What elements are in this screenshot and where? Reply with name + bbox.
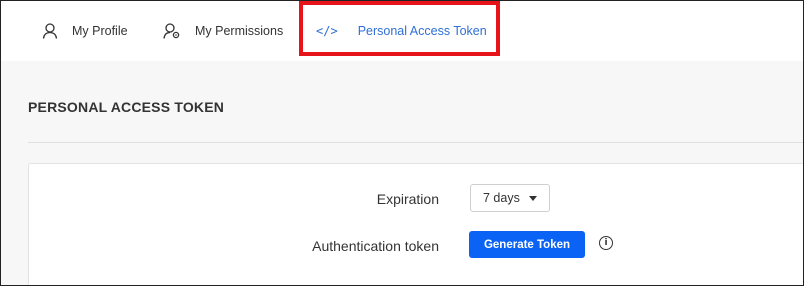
divider [28, 142, 803, 143]
tab-personal-access-token[interactable]: </> Personal Access Token [316, 1, 487, 61]
expiration-select[interactable]: 7 days [470, 184, 550, 212]
info-icon[interactable]: i [599, 236, 613, 250]
authentication-token-label: Authentication token [312, 238, 439, 254]
expiration-label: Expiration [376, 191, 439, 207]
generate-token-button[interactable]: Generate Token [469, 231, 585, 258]
caret-down-icon [529, 196, 537, 201]
tab-my-profile[interactable]: My Profile [42, 1, 128, 61]
tab-bar: My Profile My Permissions </> Personal A… [1, 1, 803, 61]
user-gear-icon [163, 23, 181, 39]
tab-label: My Permissions [195, 24, 284, 38]
tab-label: Personal Access Token [357, 24, 487, 38]
user-icon [42, 23, 58, 39]
expiration-value: 7 days [483, 191, 520, 205]
tab-label: My Profile [72, 24, 128, 38]
code-icon: </> [316, 24, 338, 38]
app-frame: My Profile My Permissions </> Personal A… [0, 0, 804, 286]
token-card [28, 163, 803, 285]
page-title: PERSONAL ACCESS TOKEN [28, 99, 225, 115]
tab-my-permissions[interactable]: My Permissions [163, 1, 283, 61]
